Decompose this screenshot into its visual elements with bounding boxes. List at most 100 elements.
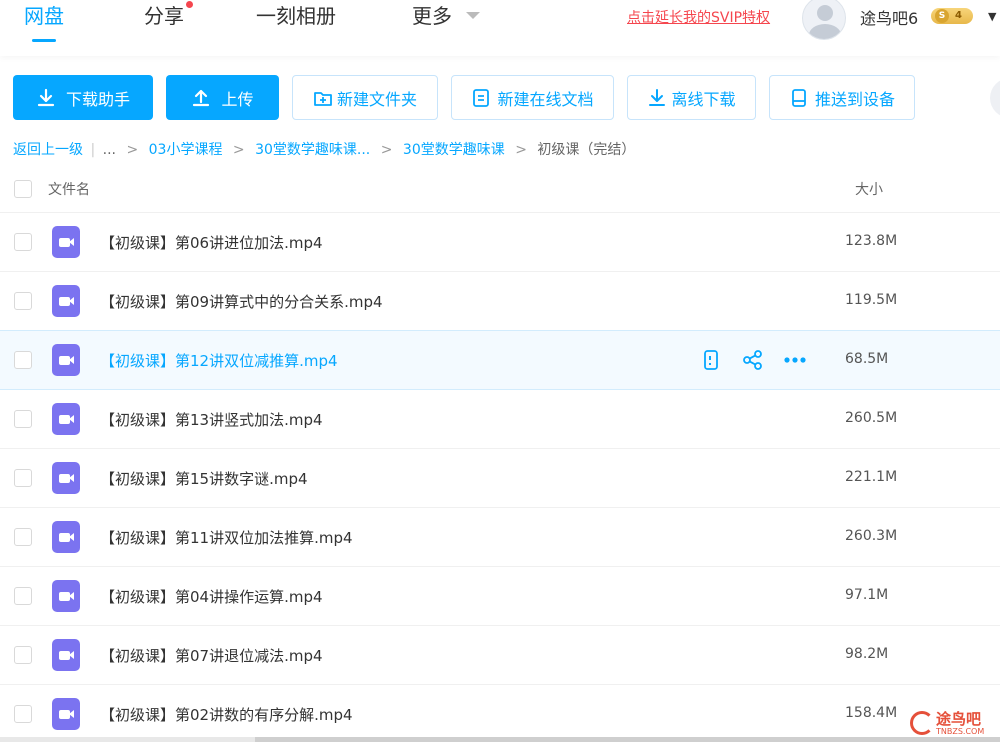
upload-label: 上传 (221, 89, 254, 109)
notification-dot (186, 1, 193, 8)
file-size: 260.5M (845, 410, 898, 426)
breadcrumb-separator: > (380, 142, 393, 158)
table-row[interactable]: 【初级课】第09讲算式中的分合关系.mp4 119.5M (0, 272, 1000, 331)
table-row[interactable]: 【初级课】第12讲双位减推算.mp4 68.5M (0, 330, 1000, 390)
tab-netdisk[interactable]: 网盘 (24, 4, 64, 48)
row-checkbox[interactable] (14, 233, 32, 251)
svip-renew-link[interactable]: 点击延长我的SVIP特权 (627, 7, 770, 27)
tab-netdisk-label: 网盘 (24, 4, 64, 28)
file-size: 123.8M (845, 233, 898, 249)
row-checkbox[interactable] (14, 410, 32, 428)
send-to-phone-icon[interactable] (698, 347, 724, 373)
row-checkbox[interactable] (14, 705, 32, 723)
file-name[interactable]: 【初级课】第02讲数的有序分解.mp4 (100, 704, 353, 725)
table-row[interactable]: 【初级课】第13讲竖式加法.mp4 260.5M (0, 390, 1000, 449)
top-nav: 网盘 分享 一刻相册 更多 点击延长我的SVIP特权 途鸟吧6 S4 ▼ (0, 0, 1000, 56)
video-file-icon (52, 344, 80, 376)
upload-button[interactable]: 上传 (166, 75, 279, 120)
table-row[interactable]: 【初级课】第07讲退位减法.mp4 98.2M (0, 626, 1000, 685)
new-folder-label: 新建文件夹 (336, 89, 417, 109)
table-row[interactable]: 【初级课】第11讲双位加法推算.mp4 260.3M (0, 508, 1000, 567)
upload-icon (193, 89, 210, 106)
breadcrumb-separator: > (232, 142, 245, 158)
row-checkbox[interactable] (14, 587, 32, 605)
breadcrumb-divider: | (90, 142, 96, 158)
table-row[interactable]: 【初级课】第04讲操作运算.mp4 97.1M (0, 567, 1000, 626)
breadcrumb-separator: > (515, 142, 527, 158)
row-checkbox[interactable] (14, 528, 32, 546)
table-row[interactable]: 【初级课】第06讲进位加法.mp4 123.8M (0, 213, 1000, 272)
file-name[interactable]: 【初级课】第11讲双位加法推算.mp4 (100, 527, 353, 548)
file-size: 68.5M (845, 351, 889, 367)
table-row[interactable]: 【初级课】第02讲数的有序分解.mp4 158.4M (0, 685, 1000, 742)
file-name[interactable]: 【初级课】第09讲算式中的分合关系.mp4 (100, 291, 383, 312)
tab-album-label: 一刻相册 (256, 4, 336, 28)
watermark-text: 途鸟吧 (936, 710, 982, 728)
video-file-icon (52, 403, 80, 435)
row-checkbox[interactable] (14, 646, 32, 664)
site-watermark: 途鸟吧 TNBZS.COM (908, 708, 998, 740)
offline-download-button[interactable]: 离线下载 (627, 75, 756, 120)
offline-download-label: 离线下载 (671, 89, 736, 109)
active-tab-underline (32, 39, 56, 42)
file-name[interactable]: 【初级课】第04讲操作运算.mp4 (100, 586, 323, 607)
tab-share-label: 分享 (144, 4, 184, 28)
username[interactable]: 途鸟吧6 (860, 5, 918, 29)
vip-symbol: S (935, 9, 949, 23)
vip-level-badge: S4 (931, 8, 973, 24)
file-name[interactable]: 【初级课】第15讲数字谜.mp4 (100, 468, 308, 489)
column-header-name[interactable]: 文件名 (48, 179, 90, 199)
tab-album[interactable]: 一刻相册 (256, 4, 336, 48)
new-folder-icon (314, 91, 332, 106)
scrollbar-thumb[interactable] (255, 737, 1000, 742)
chevron-down-icon (466, 12, 481, 19)
tab-more[interactable]: 更多 (412, 4, 481, 48)
device-icon (792, 88, 806, 107)
avatar-shoulder-shape (809, 24, 841, 39)
vip-level: 4 (955, 10, 962, 21)
breadcrumb-item-03[interactable]: 03小学课程 (149, 142, 223, 158)
file-name[interactable]: 【初级课】第06讲进位加法.mp4 (100, 232, 323, 253)
push-to-device-label: 推送到设备 (814, 89, 895, 109)
more-icon[interactable] (782, 347, 808, 373)
video-file-icon (52, 698, 80, 730)
user-menu-chevron-icon[interactable]: ▼ (988, 10, 996, 23)
new-online-doc-label: 新建在线文档 (497, 89, 594, 109)
file-name[interactable]: 【初级课】第12讲双位减推算.mp4 (100, 350, 338, 371)
table-row[interactable]: 【初级课】第15讲数字谜.mp4 221.1M (0, 449, 1000, 508)
breadcrumb-ellipsis[interactable]: ... (103, 142, 116, 158)
file-size: 260.3M (845, 528, 898, 544)
file-size: 98.2M (845, 646, 889, 662)
avatar-head-shape (817, 5, 833, 21)
file-size: 221.1M (845, 469, 898, 485)
download-icon (37, 88, 55, 106)
document-icon (473, 88, 490, 107)
toolbar-extra-button[interactable] (990, 78, 1000, 118)
breadcrumb-current: 初级课（完结） (537, 142, 636, 158)
breadcrumb-item-course-truncated[interactable]: 30堂数学趣味课... (255, 142, 370, 158)
file-size: 97.1M (845, 587, 889, 603)
push-to-device-button[interactable]: 推送到设备 (769, 75, 915, 120)
select-all-checkbox[interactable] (14, 180, 32, 198)
breadcrumb-separator: > (126, 142, 139, 158)
horizontal-scrollbar[interactable] (0, 737, 1000, 742)
breadcrumb-back-link[interactable]: 返回上一级 (13, 142, 83, 158)
video-file-icon (52, 226, 80, 258)
file-name[interactable]: 【初级课】第07讲退位减法.mp4 (100, 645, 323, 666)
video-file-icon (52, 521, 80, 553)
file-table-header: 文件名 大小 (0, 165, 1000, 213)
row-checkbox[interactable] (14, 469, 32, 487)
file-name[interactable]: 【初级课】第13讲竖式加法.mp4 (100, 409, 323, 430)
video-file-icon (52, 639, 80, 671)
tab-more-label: 更多 (412, 4, 452, 28)
breadcrumb-item-course[interactable]: 30堂数学趣味课 (403, 142, 505, 158)
row-checkbox[interactable] (14, 351, 32, 369)
new-folder-button[interactable]: 新建文件夹 (292, 75, 438, 120)
avatar[interactable] (802, 0, 846, 40)
download-helper-button[interactable]: 下载助手 (13, 75, 153, 120)
row-checkbox[interactable] (14, 292, 32, 310)
tab-share[interactable]: 分享 (144, 1, 193, 48)
new-online-doc-button[interactable]: 新建在线文档 (451, 75, 614, 120)
share-icon[interactable] (740, 347, 766, 373)
column-header-size[interactable]: 大小 (855, 179, 883, 199)
